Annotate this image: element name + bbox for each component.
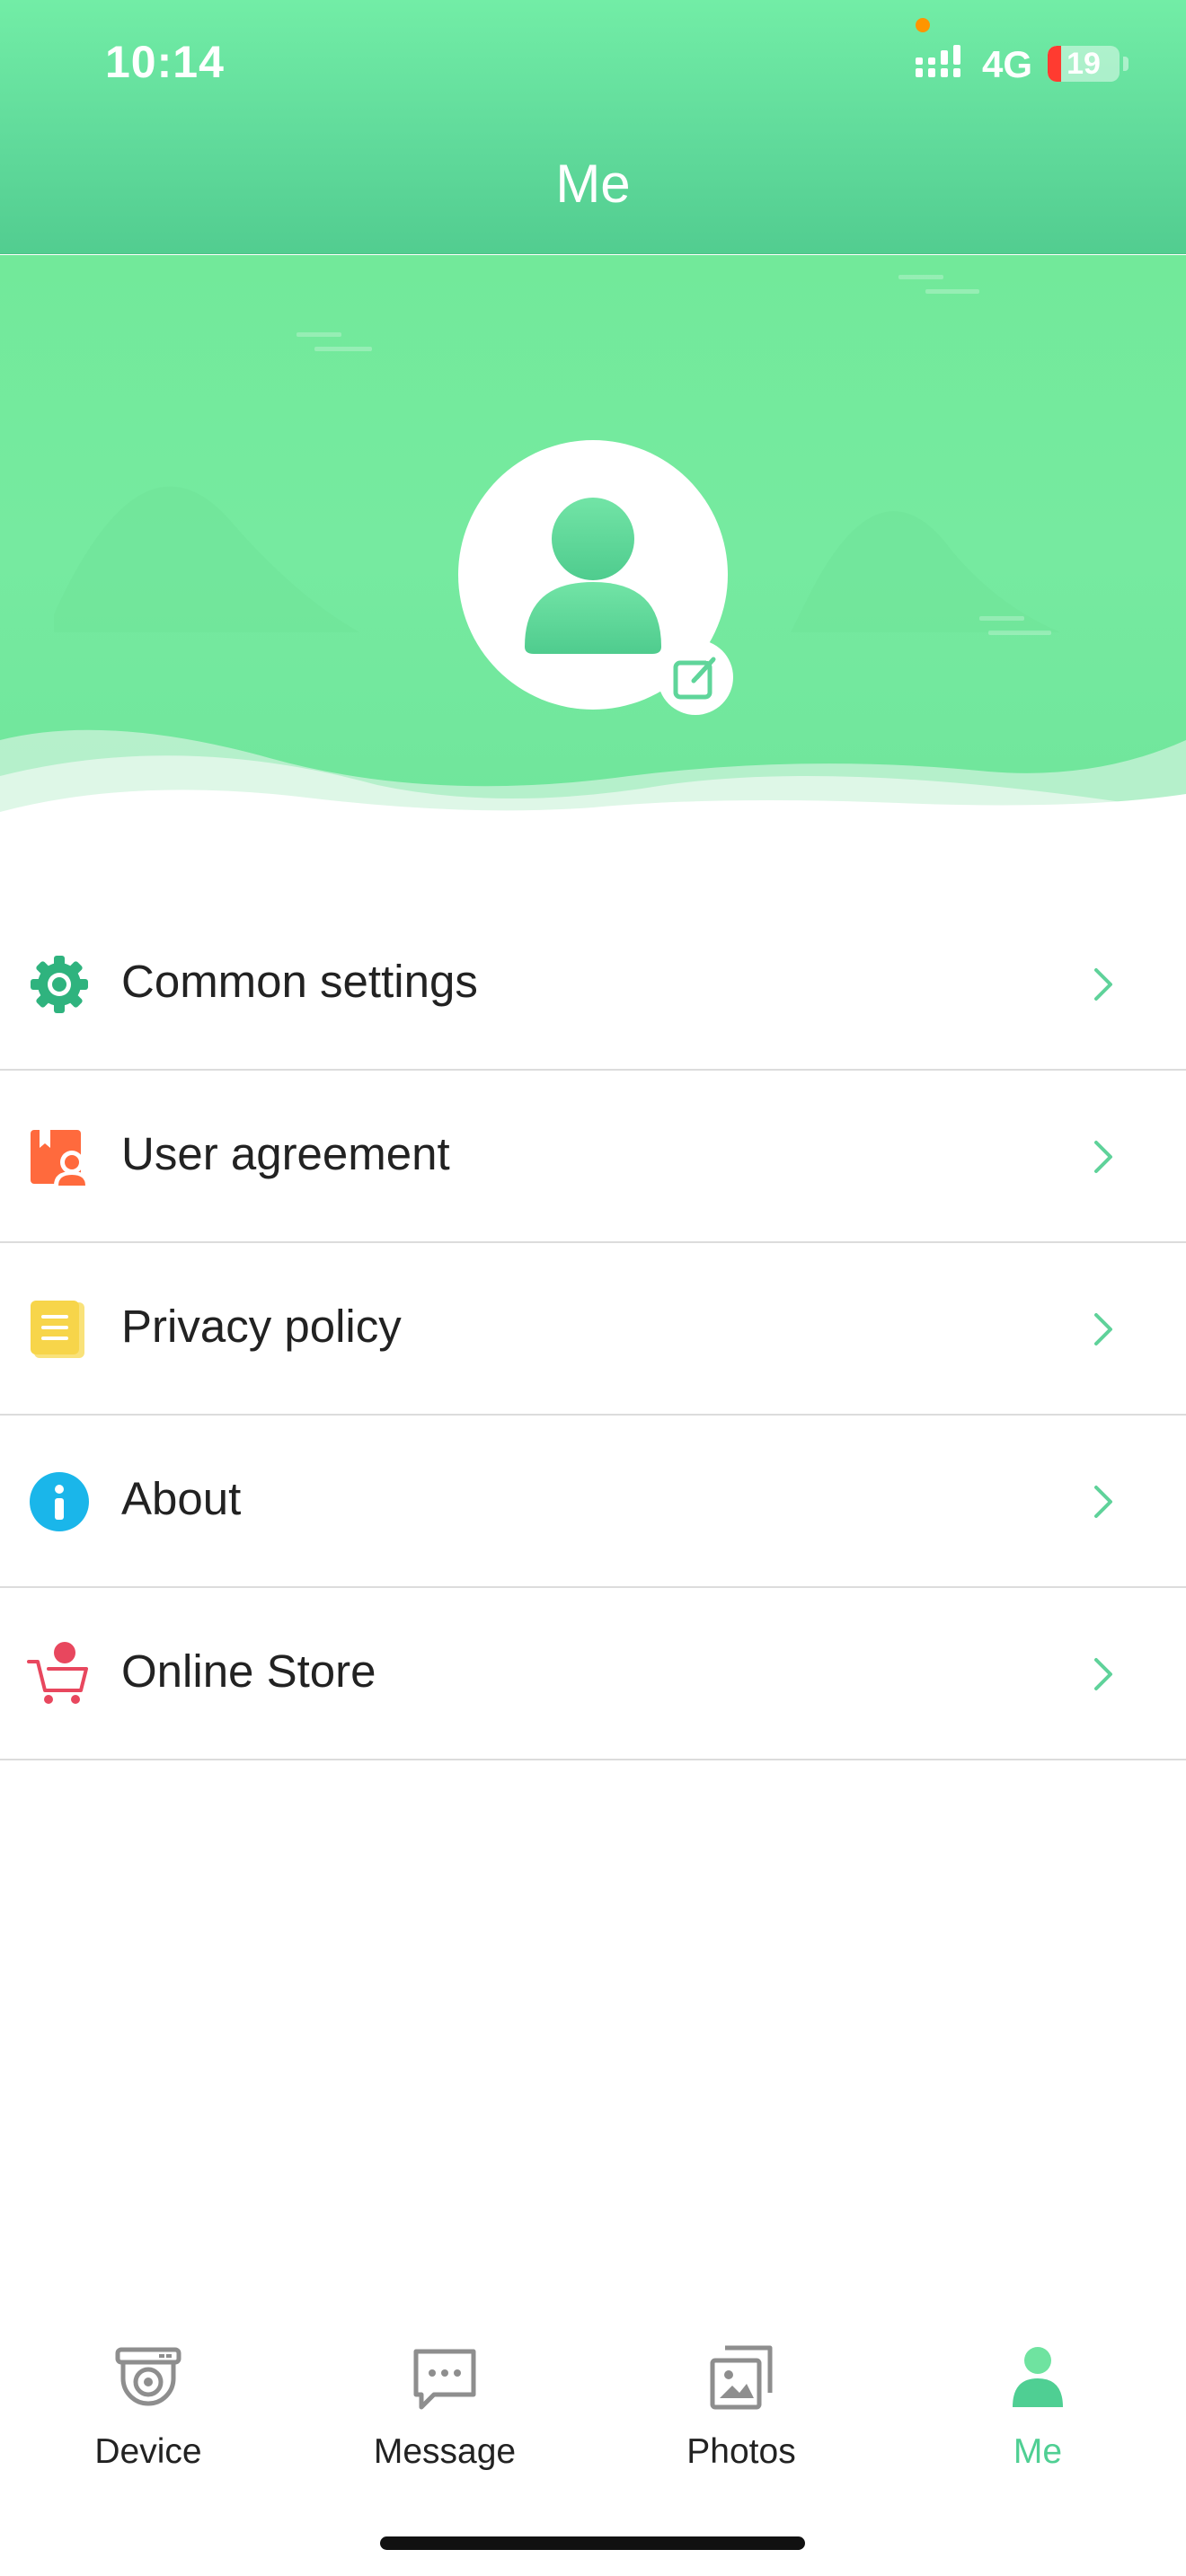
menu-item-privacy-policy[interactable]: Privacy policy xyxy=(0,1243,1186,1416)
menu-item-label: About xyxy=(121,1473,242,1524)
info-icon xyxy=(27,1469,92,1534)
home-indicator[interactable] xyxy=(380,2536,805,2550)
settings-menu: Common settings User agreement Privacy p… xyxy=(0,898,1186,1760)
cellular-signal-icon xyxy=(916,45,960,77)
menu-item-user-agreement[interactable]: User agreement xyxy=(0,1071,1186,1243)
gear-icon xyxy=(27,952,92,1017)
chevron-right-icon xyxy=(1094,1658,1112,1690)
tab-me[interactable]: Me xyxy=(890,2317,1186,2497)
photos-icon xyxy=(710,2345,773,2410)
privacy-indicator-dot xyxy=(916,18,930,32)
menu-item-label: Privacy policy xyxy=(121,1301,402,1352)
chevron-right-icon xyxy=(1094,1313,1112,1345)
menu-item-common-settings[interactable]: Common settings xyxy=(0,898,1186,1071)
camera-device-icon xyxy=(115,2347,181,2406)
person-icon xyxy=(1013,2347,1063,2407)
cart-icon xyxy=(27,1642,92,1707)
menu-item-label: Common settings xyxy=(121,956,478,1007)
page-title: Me xyxy=(555,154,631,214)
message-icon xyxy=(413,2349,476,2410)
header-bar: 10:14 4G 19 Me xyxy=(0,0,1186,254)
network-type: 4G xyxy=(982,43,1033,85)
menu-item-label: User agreement xyxy=(121,1128,450,1179)
chevron-right-icon xyxy=(1094,1141,1112,1173)
tab-device[interactable]: Device xyxy=(0,2317,296,2497)
tab-photos[interactable]: Photos xyxy=(593,2317,890,2497)
tab-label: Device xyxy=(94,2432,202,2471)
tab-label: Message xyxy=(373,2432,517,2471)
tab-label: Me xyxy=(1013,2432,1063,2471)
tab-label: Photos xyxy=(686,2432,796,2471)
chevron-right-icon xyxy=(1094,1486,1112,1518)
avatar-container[interactable] xyxy=(458,440,733,715)
profile-banner xyxy=(0,255,1186,848)
document-icon xyxy=(27,1297,92,1362)
battery-tip xyxy=(1123,57,1128,71)
status-time: 10:14 xyxy=(105,37,225,87)
edit-avatar-button[interactable] xyxy=(658,640,733,715)
menu-item-online-store[interactable]: Online Store xyxy=(0,1588,1186,1760)
battery-level: 19 xyxy=(1067,47,1101,81)
bottom-tab-bar: Device Message Photos Me xyxy=(0,2317,1186,2497)
agreement-icon xyxy=(27,1125,92,1189)
menu-item-label: Online Store xyxy=(121,1645,376,1697)
chevron-right-icon xyxy=(1094,968,1112,1001)
edit-icon xyxy=(673,654,719,700)
battery-icon: 19 xyxy=(1048,46,1120,82)
tab-message[interactable]: Message xyxy=(296,2317,593,2497)
menu-item-about[interactable]: About xyxy=(0,1416,1186,1588)
